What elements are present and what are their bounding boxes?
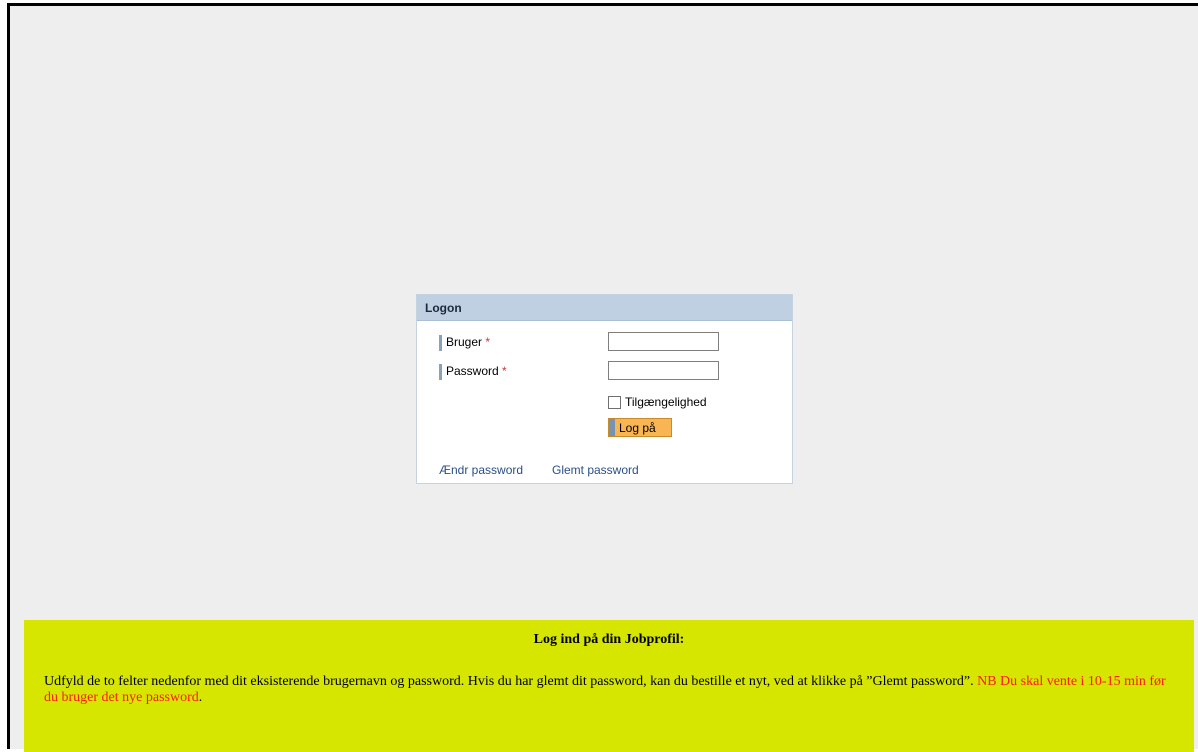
user-input[interactable] [608, 332, 719, 351]
info-title: Log ind på din Jobprofil: [533, 632, 685, 647]
password-input[interactable] [608, 361, 719, 380]
logon-header: Logon [417, 295, 792, 321]
accessibility-label[interactable]: Tilgængelighed [625, 395, 707, 409]
user-row: Bruger * [439, 335, 490, 351]
row-marker [439, 335, 442, 351]
info-box: Log ind på din Jobprofil: Udfyld de to f… [24, 620, 1194, 752]
password-label: Password [446, 364, 499, 379]
required-marker: * [485, 335, 491, 350]
row-marker [439, 364, 442, 380]
page-frame: Logon Bruger * Password * Tilgængelighed… [7, 3, 1198, 752]
user-label: Bruger [446, 335, 483, 350]
required-marker: * [502, 364, 507, 379]
login-button[interactable]: Log på [608, 418, 672, 437]
notice-tail: . [198, 690, 203, 705]
accessibility-checkbox[interactable] [608, 396, 621, 409]
login-button-label: Log på [619, 421, 656, 435]
info-body: Udfyld de to felter nedenfor med dit eks… [44, 674, 978, 689]
change-password-link[interactable]: Ændr password [439, 463, 523, 477]
logon-panel: Logon Bruger * Password * Tilgængelighed… [416, 294, 793, 484]
button-accent [609, 419, 615, 436]
forgot-password-link[interactable]: Glemt password [552, 463, 639, 477]
password-row: Password * [439, 364, 507, 380]
info-text: Udfyld de to felter nedenfor med dit eks… [44, 674, 1182, 706]
